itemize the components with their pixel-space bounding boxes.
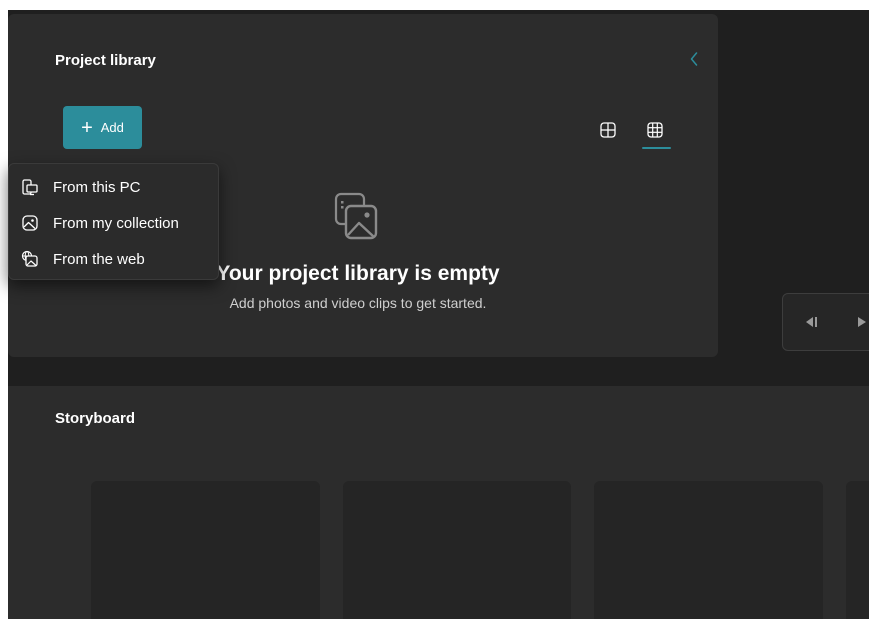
large-tiles-view-button[interactable] bbox=[595, 117, 621, 143]
playback-controls bbox=[782, 293, 869, 351]
add-button[interactable]: + Add bbox=[63, 106, 142, 149]
storyboard-slot[interactable] bbox=[343, 481, 571, 619]
menu-item-from-this-pc[interactable]: From this PC bbox=[9, 170, 218, 204]
storyboard-slot[interactable] bbox=[846, 481, 869, 619]
skip-back-icon bbox=[806, 317, 817, 327]
play-button[interactable] bbox=[857, 312, 869, 332]
menu-item-label: From this PC bbox=[53, 178, 141, 196]
storyboard-panel: Storyboard bbox=[8, 386, 869, 619]
small-tiles-view-button[interactable] bbox=[642, 117, 668, 143]
menu-item-label: From my collection bbox=[53, 214, 179, 232]
menu-item-label: From the web bbox=[53, 250, 145, 268]
menu-item-from-the-web[interactable]: From the web bbox=[9, 242, 218, 276]
web-image-icon bbox=[21, 250, 39, 268]
computer-icon bbox=[21, 178, 39, 196]
collapse-panel-button[interactable] bbox=[684, 48, 704, 70]
chevron-left-icon bbox=[690, 52, 698, 66]
selected-view-indicator bbox=[642, 147, 671, 149]
storyboard-slot[interactable] bbox=[594, 481, 823, 619]
add-media-menu: From this PC From my collection From the… bbox=[8, 163, 219, 280]
menu-item-from-my-collection[interactable]: From my collection bbox=[9, 206, 218, 240]
grid-small-icon bbox=[647, 122, 663, 138]
project-library-title: Project library bbox=[55, 52, 156, 69]
image-collection-icon bbox=[21, 214, 39, 232]
storyboard-slot[interactable] bbox=[91, 481, 320, 619]
plus-icon: + bbox=[81, 116, 93, 139]
add-button-label: Add bbox=[100, 120, 124, 135]
empty-library-subtitle: Add photos and video clips to get starte… bbox=[229, 295, 487, 311]
storyboard-title: Storyboard bbox=[55, 410, 136, 427]
grid-large-icon bbox=[600, 122, 616, 138]
play-icon bbox=[858, 317, 866, 327]
app-window: Project library + Add Your project libra… bbox=[8, 10, 869, 619]
empty-library-icon bbox=[332, 192, 382, 244]
previous-frame-button[interactable] bbox=[801, 312, 823, 332]
